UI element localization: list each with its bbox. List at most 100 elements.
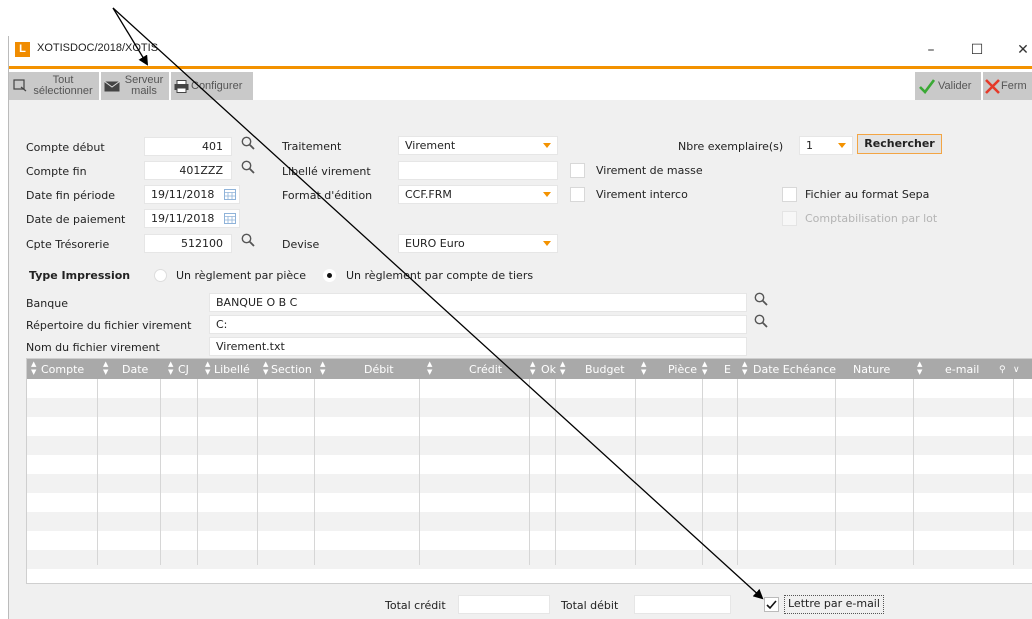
col-compte[interactable]: Compte bbox=[41, 359, 84, 379]
dropdown-arrow-icon bbox=[543, 143, 551, 148]
banque-input[interactable]: BANQUE O B C bbox=[209, 293, 747, 312]
mail-server-label-2: mails bbox=[131, 85, 157, 97]
sort-icon: ▲ ▼ bbox=[168, 360, 174, 376]
col-date[interactable]: Date bbox=[122, 359, 148, 379]
compta-par-lot-checkbox[interactable] bbox=[782, 211, 797, 226]
close-button[interactable]: Ferm bbox=[983, 72, 1032, 100]
close-window-button[interactable]: ✕ bbox=[1013, 40, 1032, 60]
sort-icon: ▲ ▼ bbox=[103, 360, 109, 376]
nom-fichier-input[interactable]: Virement.txt bbox=[209, 337, 747, 356]
fichier-sepa-checkbox[interactable] bbox=[782, 187, 797, 202]
col-date-echeance[interactable]: Date Echéance bbox=[753, 359, 836, 379]
sort-icon: ▲ ▼ bbox=[560, 360, 566, 376]
banque-label: Banque bbox=[26, 297, 68, 310]
libelle-virement-label: Libellé virement bbox=[282, 165, 371, 178]
mail-server-button[interactable]: Serveur mails bbox=[101, 72, 169, 100]
format-edition-label: Format d'édition bbox=[282, 189, 373, 202]
traitement-value: Virement bbox=[405, 139, 456, 152]
banque-search-icon[interactable] bbox=[754, 292, 768, 306]
col-nature[interactable]: Nature bbox=[853, 359, 890, 379]
select-all-label-2: sélectionner bbox=[33, 85, 93, 97]
lettre-email-checkbox[interactable] bbox=[764, 597, 779, 612]
window-title: XOTISDOC/2018/XOTIS bbox=[37, 42, 159, 54]
repertoire-label: Répertoire du fichier virement bbox=[26, 319, 192, 332]
select-all-button[interactable]: Tout sélectionner bbox=[9, 72, 99, 100]
column-divider bbox=[555, 379, 556, 565]
nbre-exemplaires-select[interactable]: 1 bbox=[799, 136, 853, 155]
total-debit-label: Total débit bbox=[561, 599, 619, 612]
sort-icon: ▲ ▼ bbox=[917, 360, 923, 376]
traitement-label: Traitement bbox=[282, 140, 342, 153]
lettre-email-label: Lettre par e-mail bbox=[784, 595, 884, 614]
calendar-icon[interactable] bbox=[224, 189, 236, 200]
compta-par-lot-label: Comptabilisation par lot bbox=[805, 212, 938, 225]
col-piece[interactable]: Pièce bbox=[668, 359, 697, 379]
minimize-button[interactable]: – bbox=[921, 40, 941, 60]
column-options-icon[interactable]: ⚲ bbox=[999, 359, 1006, 379]
column-divider bbox=[835, 379, 836, 565]
sort-icon: ▲ ▼ bbox=[320, 360, 326, 376]
main-window: L XOTISDOC/2018/XOTIS – ☐ ✕ Tout sélecti… bbox=[8, 36, 1032, 619]
radio-par-compte-tiers[interactable] bbox=[323, 269, 336, 282]
results-grid[interactable]: ▲ ▼ Compte ▲ ▼ Date ▲ ▼ CJ ▲ ▼ Libellé ▲ ▼ Se… bbox=[26, 358, 1032, 584]
format-edition-select[interactable]: CCF.FRM bbox=[398, 185, 558, 204]
maximize-button[interactable]: ☐ bbox=[967, 40, 987, 60]
virement-interco-checkbox[interactable] bbox=[570, 187, 585, 202]
compte-fin-label: Compte fin bbox=[26, 165, 87, 178]
toolbar: Tout sélectionner Serveur mails Configur… bbox=[9, 66, 1032, 103]
sort-icon: ▲ ▼ bbox=[530, 360, 536, 376]
col-credit[interactable]: Crédit bbox=[469, 359, 502, 379]
cpte-tresorerie-search-icon[interactable] bbox=[241, 233, 255, 247]
compte-fin-search-icon[interactable] bbox=[241, 160, 255, 174]
sort-icon: ▲ ▼ bbox=[641, 360, 647, 376]
col-ok[interactable]: Ok bbox=[541, 359, 556, 379]
traitement-select[interactable]: Virement bbox=[398, 136, 558, 155]
repertoire-search-icon[interactable] bbox=[754, 314, 768, 328]
compte-debut-label: Compte début bbox=[26, 141, 105, 154]
compte-fin-input[interactable]: 401ZZZ bbox=[144, 161, 232, 180]
validate-label: Valider bbox=[938, 80, 972, 92]
compte-debut-input[interactable]: 401 bbox=[144, 137, 232, 156]
col-debit[interactable]: Débit bbox=[364, 359, 394, 379]
virement-masse-checkbox[interactable] bbox=[570, 163, 585, 178]
column-divider bbox=[97, 379, 98, 565]
cpte-tresorerie-input[interactable]: 512100 bbox=[144, 234, 232, 253]
col-section[interactable]: Section bbox=[271, 359, 312, 379]
sort-icon: ▲ ▼ bbox=[702, 360, 708, 376]
libelle-virement-input[interactable] bbox=[398, 161, 558, 180]
configure-button[interactable]: Configurer bbox=[171, 72, 253, 100]
col-cj[interactable]: CJ bbox=[178, 359, 189, 379]
nom-fichier-label: Nom du fichier virement bbox=[26, 341, 160, 354]
radio-par-compte-tiers-label: Un règlement par compte de tiers bbox=[346, 269, 534, 282]
app-logo-icon: L bbox=[15, 42, 30, 57]
column-divider bbox=[419, 379, 420, 565]
column-divider bbox=[257, 379, 258, 565]
column-divider bbox=[1013, 379, 1014, 565]
col-e[interactable]: E bbox=[724, 359, 731, 379]
rechercher-button[interactable]: Rechercher bbox=[857, 134, 942, 154]
column-divider bbox=[197, 379, 198, 565]
compte-debut-search-icon[interactable] bbox=[241, 136, 255, 150]
close-label: Ferm bbox=[1001, 80, 1027, 92]
grid-header: ▲ ▼ Compte ▲ ▼ Date ▲ ▼ CJ ▲ ▼ Libellé ▲ ▼ Se… bbox=[27, 359, 1032, 379]
select-all-icon bbox=[13, 79, 27, 92]
checkmark-icon bbox=[919, 79, 935, 94]
dropdown-arrow-icon bbox=[543, 192, 551, 197]
sort-icon: ▲ ▼ bbox=[427, 360, 433, 376]
validate-button[interactable]: Valider bbox=[915, 72, 981, 100]
printer-icon bbox=[174, 80, 189, 93]
dropdown-arrow-icon bbox=[543, 241, 551, 246]
col-budget[interactable]: Budget bbox=[585, 359, 625, 379]
title-bar: L XOTISDOC/2018/XOTIS – ☐ ✕ bbox=[9, 36, 1032, 66]
col-libelle[interactable]: Libellé bbox=[214, 359, 250, 379]
col-email[interactable]: e-mail bbox=[945, 359, 979, 379]
column-divider bbox=[314, 379, 315, 565]
calendar-icon[interactable] bbox=[224, 213, 236, 224]
radio-par-piece[interactable] bbox=[154, 269, 167, 282]
checkmark-icon bbox=[766, 600, 777, 610]
chevron-down-icon[interactable]: ∨ bbox=[1013, 359, 1020, 379]
sort-icon: ▲ ▼ bbox=[263, 360, 269, 376]
nbre-exemplaires-value: 1 bbox=[806, 139, 813, 152]
devise-select[interactable]: EURO Euro bbox=[398, 234, 558, 253]
repertoire-input[interactable]: C: bbox=[209, 315, 747, 334]
